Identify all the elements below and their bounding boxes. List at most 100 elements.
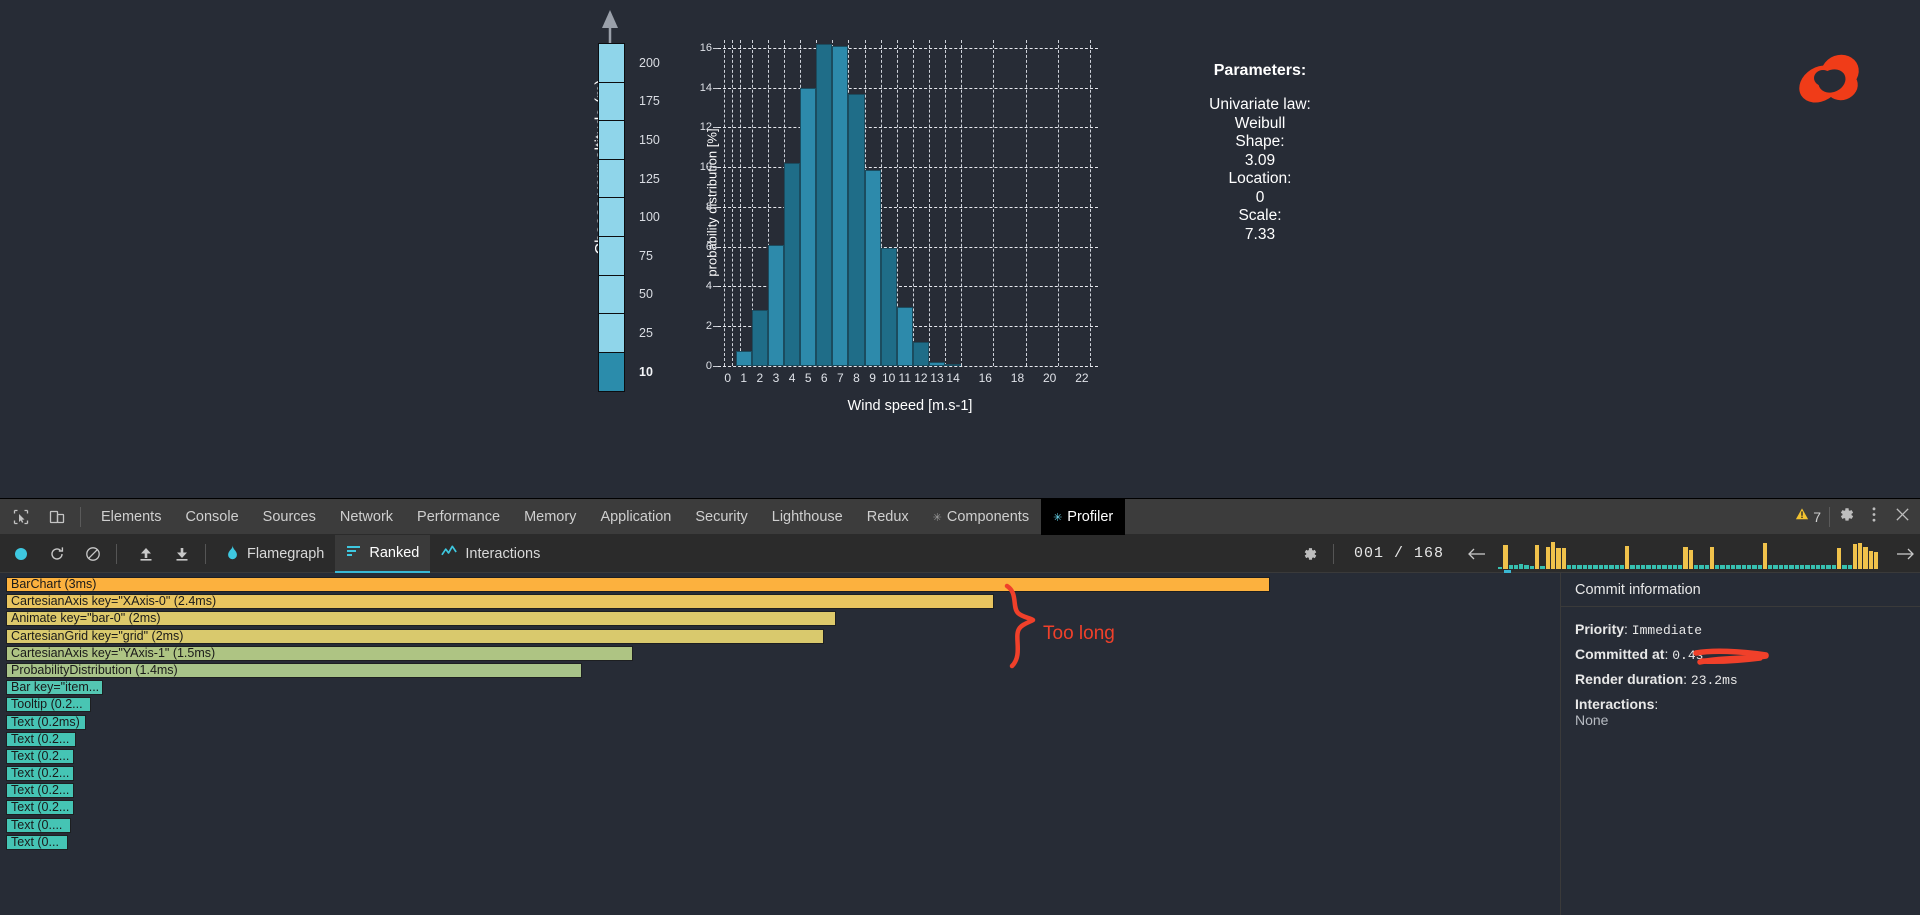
download-profile-icon[interactable] xyxy=(167,539,197,569)
record-button[interactable] xyxy=(6,539,36,569)
warning-icon[interactable] xyxy=(1795,507,1809,526)
altitude-cell-50[interactable]: 50 xyxy=(599,275,653,315)
tab-redux[interactable]: Redux xyxy=(855,499,921,535)
ranked-bar[interactable]: Text (0.2ms) xyxy=(6,714,86,730)
commit-bar[interactable] xyxy=(1704,564,1709,569)
commit-bar[interactable] xyxy=(1826,564,1831,569)
commit-bar[interactable] xyxy=(1535,544,1540,569)
commit-bar[interactable] xyxy=(1572,564,1577,569)
commit-bar[interactable] xyxy=(1603,564,1609,569)
ranked-row[interactable]: CartesianAxis key="XAxis-0" (2.4ms) xyxy=(0,593,1560,610)
commit-bar[interactable] xyxy=(1768,564,1773,569)
profiler-view-tab-interactions[interactable]: Interactions xyxy=(430,535,551,573)
commit-bar[interactable] xyxy=(1821,564,1826,569)
devtools-tab-list[interactable]: Elements Console Sources Network Performance… xyxy=(89,498,1126,535)
ranked-row[interactable]: Text (0.... xyxy=(0,817,1560,834)
commit-bar[interactable] xyxy=(1672,564,1678,569)
commit-bar[interactable] xyxy=(1498,566,1503,569)
commit-bar[interactable] xyxy=(1842,564,1847,569)
upload-profile-icon[interactable] xyxy=(131,539,161,569)
ranked-row[interactable]: CartesianAxis key="YAxis-1" (1.5ms) xyxy=(0,645,1560,662)
tab-console[interactable]: Console xyxy=(173,499,250,535)
close-icon[interactable] xyxy=(1895,507,1910,527)
previous-commit-arrow-icon[interactable] xyxy=(1462,539,1492,569)
commit-bar[interactable] xyxy=(1556,547,1561,569)
ranked-row[interactable]: Animate key="bar-0" (2ms) xyxy=(0,610,1560,627)
commit-bar[interactable] xyxy=(1678,564,1683,569)
tab-components[interactable]: ✳ Components xyxy=(921,499,1041,535)
ranked-bar[interactable]: Animate key="bar-0" (2ms) xyxy=(6,611,836,627)
commit-bar[interactable] xyxy=(1519,563,1524,569)
commit-bar[interactable] xyxy=(1693,564,1699,569)
commit-bar[interactable] xyxy=(1598,564,1603,569)
ranked-bar[interactable]: Bar key="item... xyxy=(6,680,103,696)
commit-bar[interactable] xyxy=(1545,546,1550,569)
profiler-settings-gear-icon[interactable] xyxy=(1295,539,1325,569)
device-toolbar-icon[interactable] xyxy=(42,502,72,532)
commit-bar[interactable] xyxy=(1778,564,1784,569)
commit-bar[interactable] xyxy=(1577,564,1582,569)
tab-application[interactable]: Application xyxy=(588,499,683,535)
gear-icon[interactable] xyxy=(1838,506,1855,528)
ranked-row[interactable]: Text (0.2... xyxy=(0,731,1560,748)
commit-bar[interactable] xyxy=(1651,564,1656,569)
altitude-cell-175[interactable]: 175 xyxy=(599,82,660,122)
ranked-chart-pane[interactable]: BarChart (3ms) CartesianAxis key="XAxis-0… xyxy=(0,573,1560,915)
commit-bar[interactable] xyxy=(1725,564,1731,569)
ranked-row[interactable]: ProbabilityDistribution (1.4ms) xyxy=(0,662,1560,679)
ranked-bar[interactable]: ProbabilityDistribution (1.4ms) xyxy=(6,662,582,678)
tab-profiler[interactable]: ✳ Profiler xyxy=(1041,498,1126,535)
ranked-bar[interactable]: Text (0.2... xyxy=(6,800,74,816)
clear-profiling-button[interactable] xyxy=(78,539,108,569)
ranked-bar[interactable]: CartesianGrid key="grid" (2ms) xyxy=(6,628,824,644)
commit-bar[interactable] xyxy=(1847,564,1852,569)
ranked-bar[interactable]: Text (0.2... xyxy=(6,731,76,747)
commit-bar[interactable] xyxy=(1810,564,1815,569)
ranked-row[interactable]: Bar key="item... xyxy=(0,679,1560,696)
commit-bar[interactable] xyxy=(1784,564,1789,569)
commit-bar[interactable] xyxy=(1757,564,1762,569)
next-commit-arrow-icon[interactable] xyxy=(1890,539,1920,569)
tab-security[interactable]: Security xyxy=(683,499,759,535)
ranked-bar[interactable]: Text (0... xyxy=(6,834,68,850)
ranked-row[interactable]: Text (0.2... xyxy=(0,799,1560,816)
ranked-row[interactable]: Tooltip (0.2... xyxy=(0,696,1560,713)
commit-bar[interactable] xyxy=(1720,564,1725,569)
commit-bar[interactable] xyxy=(1508,564,1513,569)
commit-bar[interactable] xyxy=(1752,564,1757,569)
commit-bar[interactable] xyxy=(1529,565,1535,569)
ranked-row[interactable]: Text (0.2ms) xyxy=(0,714,1560,731)
profiler-view-tab-ranked[interactable]: Ranked xyxy=(335,534,431,573)
commit-bar[interactable] xyxy=(1762,542,1768,569)
commit-bar[interactable] xyxy=(1863,546,1868,569)
tab-elements[interactable]: Elements xyxy=(89,499,173,535)
commit-bar[interactable] xyxy=(1789,564,1794,569)
commit-bar[interactable] xyxy=(1524,564,1529,569)
commit-bar[interactable] xyxy=(1609,564,1614,569)
commit-bar[interactable] xyxy=(1852,543,1858,569)
ranked-row[interactable]: BarChart (3ms) xyxy=(0,576,1560,593)
commit-bar[interactable] xyxy=(1588,564,1593,569)
commit-bar[interactable] xyxy=(1815,564,1821,569)
ranked-bar[interactable]: Text (0.2... xyxy=(6,783,74,799)
ranked-bar[interactable]: CartesianAxis key="XAxis-0" (2.4ms) xyxy=(6,594,994,610)
ranked-bar[interactable]: CartesianAxis key="YAxis-1" (1.5ms) xyxy=(6,645,633,661)
commit-bar[interactable] xyxy=(1635,564,1641,569)
ranked-row[interactable]: Text (0.2... xyxy=(0,748,1560,765)
tab-memory[interactable]: Memory xyxy=(512,499,588,535)
commit-bar[interactable] xyxy=(1683,546,1688,569)
commit-bar[interactable] xyxy=(1561,547,1566,569)
commit-bar[interactable] xyxy=(1794,564,1799,569)
commit-bar[interactable] xyxy=(1641,564,1646,569)
altitude-cell-125[interactable]: 125 xyxy=(599,159,660,199)
commit-bar[interactable] xyxy=(1741,564,1746,569)
commit-bar[interactable] xyxy=(1874,551,1879,569)
ranked-bar[interactable]: Text (0.... xyxy=(6,817,71,833)
more-options-icon[interactable] xyxy=(1867,506,1881,528)
commit-bar[interactable] xyxy=(1699,564,1704,569)
ranked-row[interactable]: Text (0.2... xyxy=(0,765,1560,782)
altitude-cell-100[interactable]: 100 xyxy=(599,198,660,237)
profiler-view-tabs[interactable]: Flamegraph Ranked Interactions xyxy=(214,534,551,573)
ranked-row[interactable]: CartesianGrid key="grid" (2ms) xyxy=(0,628,1560,645)
commit-bar[interactable] xyxy=(1513,564,1519,569)
